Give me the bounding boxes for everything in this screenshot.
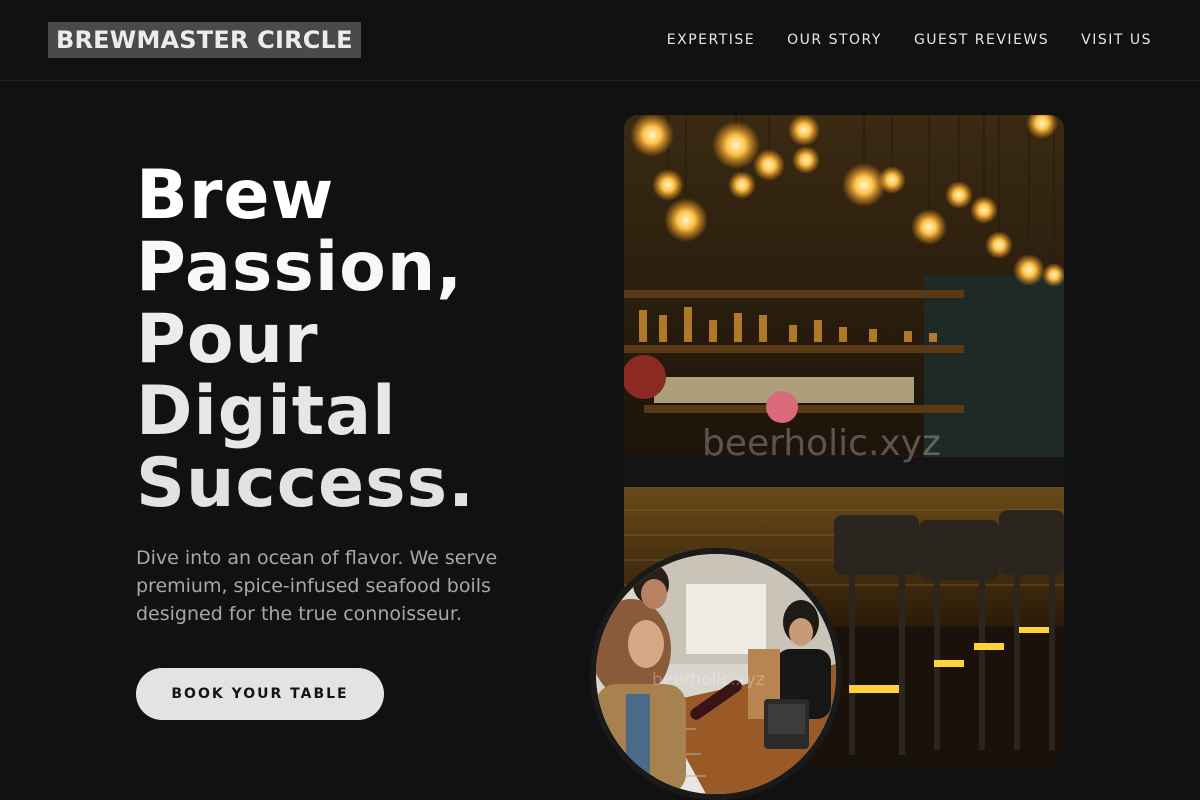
bar-service-illustration [596,554,836,794]
navbar: BREWMASTER CIRCLE EXPERTISE OUR STORY GU… [0,0,1200,81]
book-table-button[interactable]: BOOK YOUR TABLE [136,668,384,720]
nav-link-guest-reviews[interactable]: GUEST REVIEWS [914,30,1049,50]
hero-subtitle: Dive into an ocean of flavor. We serve p… [136,547,498,625]
bar-service-image: beerholic.xyz [590,548,842,800]
nav-link-our-story[interactable]: OUR STORY [787,30,882,50]
hero-title: Brew Passion, Pour Digital Success. [136,160,556,520]
hero-title-line: Success. [136,444,475,523]
hero-title-line: Pour [136,300,319,379]
nav-link-expertise[interactable]: EXPERTISE [667,30,755,50]
hero-title-line: Brew [136,156,335,235]
hero-title-line: Digital [136,372,397,451]
hero-title-line: Passion, [136,228,464,307]
nav-link-visit-us[interactable]: VISIT US [1081,30,1152,50]
site-logo[interactable]: BREWMASTER CIRCLE [48,22,361,58]
nav-links: EXPERTISE OUR STORY GUEST REVIEWS VISIT … [667,30,1152,50]
